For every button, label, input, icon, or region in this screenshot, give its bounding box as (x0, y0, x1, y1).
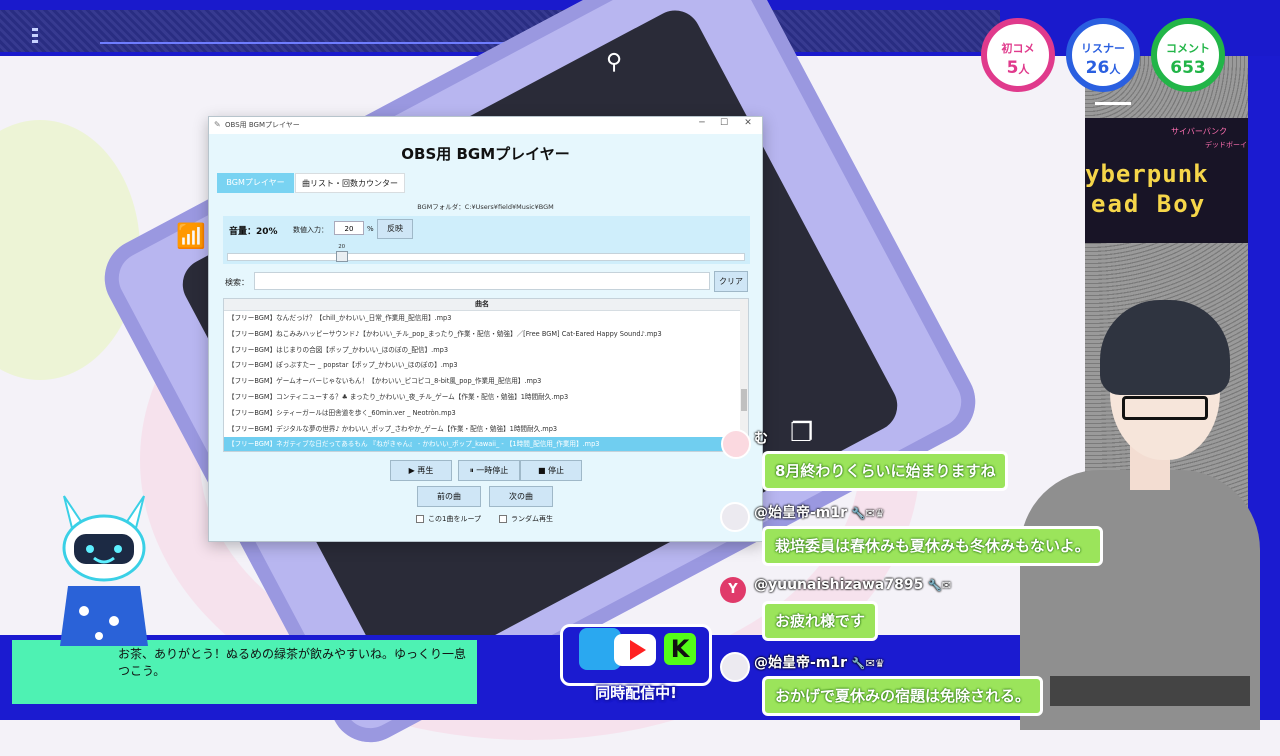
overlay-dash (1095, 102, 1131, 105)
chat-message: 栽培委員は春休みも夏休みも冬休みもないよ。 (762, 526, 1103, 566)
clear-button[interactable]: クリア (714, 271, 748, 292)
window-title: OBS用 BGMプレイヤー (225, 121, 300, 129)
wrench-icon: 🔧 (928, 579, 942, 592)
mascot-dialog-text: お茶、ありがとう！ぬるめの緑茶が飲みやすいね。ゆっくり一息つこう。 (118, 647, 467, 678)
mail-icon: ✉ (941, 579, 952, 592)
wifi-icon: 📶 (176, 222, 206, 250)
comment-counter: コメント 653 (1151, 18, 1225, 92)
volume-slider-handle[interactable] (336, 251, 349, 262)
wrench-icon: 🔧 (851, 507, 866, 520)
percent-label: % (367, 225, 374, 233)
stat-label: 初コメ (1001, 42, 1035, 55)
list-item[interactable]: 【フリーBGM】デジタルな夢の世界♪ かわいい_ポップ_さわやか_ゲーム【作業・… (224, 422, 740, 438)
search-icon: ⚲ (606, 50, 623, 75)
song-list-header[interactable]: 曲名 (224, 299, 740, 311)
search-label: 検索： (225, 278, 249, 287)
random-checkbox[interactable]: ランダム再生 (499, 514, 553, 524)
crown-icon: ♛ (874, 657, 885, 670)
bgm-folder-path: BGMフォルダ：C:¥Users¥field¥Music¥BGM (417, 203, 554, 211)
minimize-button[interactable]: ─ (691, 118, 713, 132)
stat-label: リスナー (1081, 42, 1125, 55)
mail-icon: ✉ (865, 657, 875, 670)
loop-label: この1曲をループ (428, 515, 482, 523)
chat-message: お疲れ様です (762, 601, 879, 641)
chat-message: おかげで夏休みの宿題は免除される。 (762, 676, 1044, 716)
overlay-dots (32, 28, 38, 46)
chat-username-text: @始皇帝-m1r (754, 505, 848, 521)
mascot-character (60, 495, 148, 646)
bgm-player-window: ✎ OBS用 BGMプレイヤー ─ ☐ ✕ OBS用 BGMプレイヤー BGMプ… (208, 116, 763, 542)
window-titlebar[interactable]: ✎ OBS用 BGMプレイヤー ─ ☐ ✕ (209, 117, 762, 134)
list-scrollbar[interactable] (740, 299, 748, 451)
slider-value-label: 20 (338, 244, 346, 250)
list-item[interactable]: 【フリーBGM】ねこみみハッピーサウンド♪【かわいい_チル_pop_まったり_作… (224, 327, 740, 343)
chat-username: @始皇帝-m1r 🔧✉♛ (754, 502, 885, 522)
volume-slider[interactable] (227, 253, 745, 261)
chat-username: む (754, 431, 768, 447)
chat-avatar (720, 502, 750, 532)
thumbnail-title-line1: yberpunk (1085, 160, 1209, 188)
thumbnail-title-line2: ead Boy (1091, 190, 1207, 218)
song-list-rows: 【フリーBGM】なんだっけ？【chill_かわいい_日常_作業用_配信用】.mp… (224, 311, 740, 451)
tab-song-list-counter[interactable]: 曲リスト・回数カウンター (295, 173, 405, 193)
list-item[interactable]: 【フリーBGM】コンティニューする？♣ まったり_かわいい_夜_チル_ゲーム【作… (224, 390, 740, 406)
chat-username: @始皇帝-m1r 🔧✉♛ (754, 652, 885, 672)
next-track-button[interactable]: 次の曲 (489, 486, 553, 507)
play-triangle-icon (630, 640, 646, 660)
list-item[interactable]: 【フリーBGM】ぽっぷすたー _ popstar【ポップ_かわいい_ほのぼの】.… (224, 358, 740, 374)
loop-checkbox[interactable]: この1曲をループ (416, 514, 481, 524)
stat-unit: 人 (1109, 63, 1121, 76)
pause-button[interactable]: ⏸ 一時停止 (458, 460, 520, 481)
stat-value: 26 (1085, 58, 1110, 78)
wrench-icon: 🔧 (851, 657, 866, 670)
stat-unit: 人 (1018, 63, 1030, 76)
list-item[interactable]: 【フリーBGM】なんだっけ？【chill_かわいい_日常_作業用_配信用】.mp… (224, 311, 740, 327)
list-item-selected[interactable]: 【フリーBGM】ネガティブな日だってあるもん 『ねがきゃん』 - かわいい_ポッ… (224, 437, 740, 451)
chat-username-text: @始皇帝-m1r (754, 655, 848, 671)
layers-icon: ❐ (790, 418, 814, 448)
random-label: ランダム再生 (511, 515, 553, 523)
chat-avatar (720, 652, 750, 682)
chat-username-text: @yuunaishizawa7895 (754, 577, 924, 593)
list-item[interactable]: 【フリーBGM】ゲームオーバーじゃないもん！【かわいい_ピコピコ_8-bit風_… (224, 374, 740, 390)
play-button[interactable]: ▶ 再生 (390, 460, 452, 481)
chat-avatar-letter: Y (720, 577, 746, 603)
list-item[interactable]: 【フリーBGM】シティーガールは田舎道を歩く_60min.ver _ Neotr… (224, 406, 740, 422)
chat-avatar (721, 429, 751, 459)
checkbox-box[interactable] (416, 515, 424, 523)
thumbnail-image: サイバーパンク デッドボーイ yberpunk ead Boy (1085, 118, 1248, 243)
numeric-input-label: 数値入力： (293, 226, 328, 234)
maximize-button[interactable]: ☐ (713, 118, 735, 132)
list-scrollbar-thumb[interactable] (741, 389, 747, 411)
tab-bgm-player[interactable]: BGMプレイヤー (217, 173, 294, 193)
thumbnail-jp-subtitle: デッドボーイ (1205, 141, 1247, 149)
volume-input[interactable]: 20 (334, 221, 364, 235)
search-input[interactable] (254, 272, 710, 290)
chat-username: @yuunaishizawa7895 🔧✉ (754, 577, 951, 593)
app-heading: OBS用 BGMプレイヤー (401, 145, 570, 163)
stat-value: 653 (1170, 58, 1206, 78)
volume-label: 音量：20% (229, 227, 278, 237)
vtuber-belt (1050, 676, 1250, 706)
thumbnail-jp-title: サイバーパンク (1171, 127, 1228, 136)
stat-value: 5 (1006, 58, 1019, 78)
previous-track-button[interactable]: 前の曲 (417, 486, 481, 507)
stop-button[interactable]: ■ 停止 (520, 460, 582, 481)
apply-button[interactable]: 反映 (377, 219, 413, 239)
crown-icon: ♛ (874, 507, 885, 520)
vtuber-glasses (1122, 396, 1208, 420)
checkbox-box[interactable] (499, 515, 507, 523)
stat-label: コメント (1166, 42, 1210, 55)
list-item[interactable]: 【フリーBGM】はじまりの合図【ポップ_かわいい_ほのぼの_配信】.mp3 (224, 343, 740, 359)
close-button[interactable]: ✕ (737, 118, 759, 132)
mail-icon: ✉ (865, 507, 875, 520)
listener-counter: リスナー 26人 (1066, 18, 1140, 92)
song-list[interactable]: 曲名 【フリーBGM】なんだっけ？【chill_かわいい_日常_作業用_配信用】… (223, 298, 749, 452)
chat-message: 8月終わりくらいに始まりますね (762, 451, 1009, 491)
feather-icon: ✎ (214, 120, 221, 129)
simulcast-label: 同時配信中! (595, 684, 677, 702)
kick-icon: K (664, 633, 696, 665)
first-comment-counter: 初コメ 5人 (981, 18, 1055, 92)
